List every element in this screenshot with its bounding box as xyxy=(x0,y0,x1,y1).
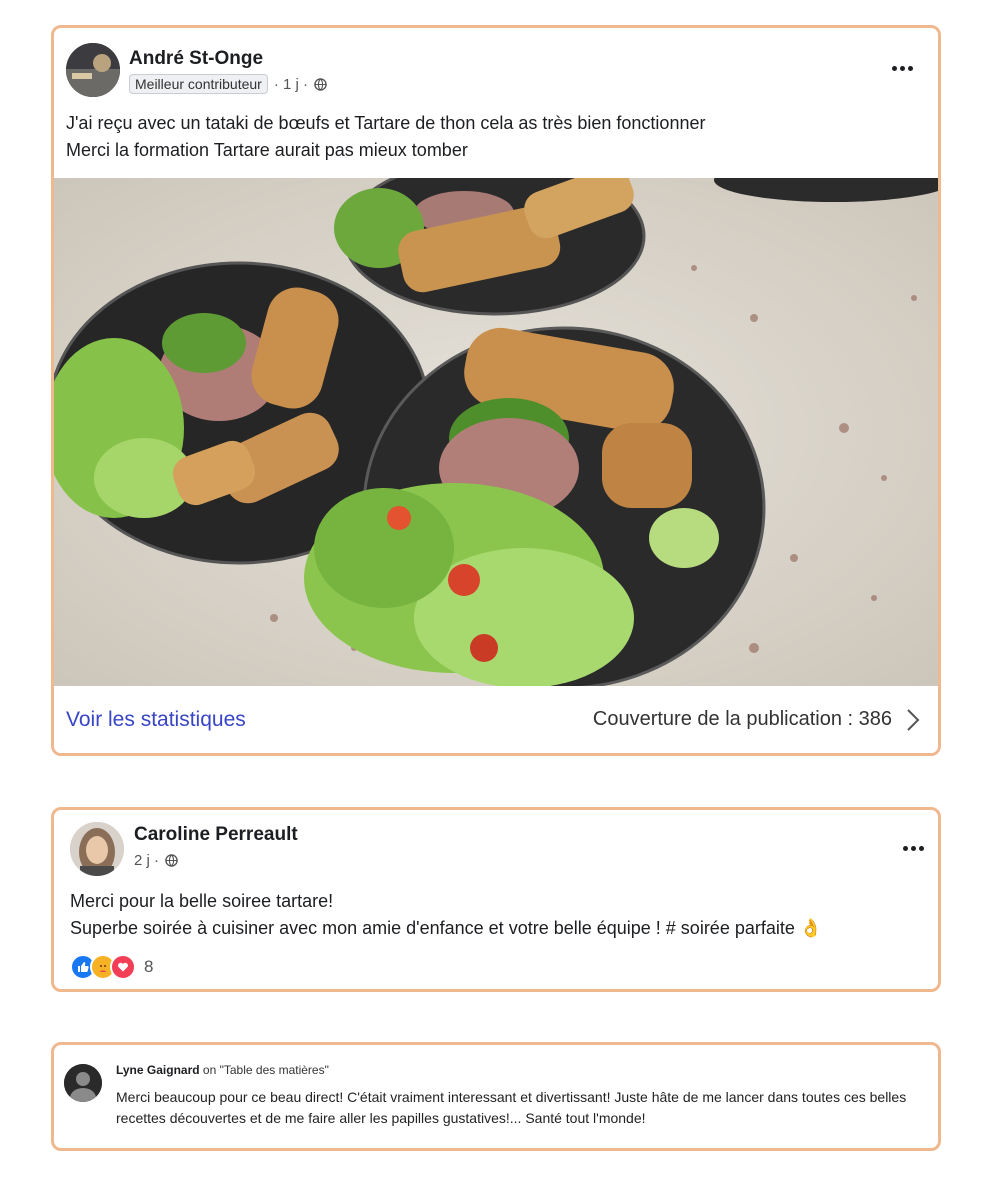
post-reach[interactable]: Couverture de la publication : 386 xyxy=(593,708,920,732)
globe-icon xyxy=(314,77,327,91)
reach-label: Couverture de la publication : 386 xyxy=(592,708,892,730)
comment-header: Lyne Gaignard on "Table des matières" xyxy=(116,1063,329,1077)
avatar[interactable] xyxy=(66,43,120,97)
love-icon xyxy=(110,954,136,980)
post-time[interactable]: 2 j · xyxy=(134,852,159,869)
more-options-icon[interactable] xyxy=(899,842,928,855)
post-meta: 2 j · xyxy=(134,852,178,869)
comment-on-label: on xyxy=(202,1063,217,1077)
avatar[interactable] xyxy=(70,822,124,876)
globe-icon xyxy=(165,854,178,867)
badge-top-contributor[interactable]: Meilleur contributeur xyxy=(129,74,268,94)
post-meta: Meilleur contributeur · 1 j · xyxy=(129,74,327,94)
chevron-right-icon xyxy=(907,708,920,731)
post-card-caroline: Caroline Perreault 2 j · Merci pour la b… xyxy=(51,807,941,992)
view-statistics-link[interactable]: Voir les statistiques xyxy=(66,708,246,732)
more-options-icon[interactable] xyxy=(888,62,917,75)
author-name[interactable]: André St-Onge xyxy=(129,48,263,70)
post-text-line: Merci pour la belle soiree tartare! xyxy=(70,891,334,911)
reaction-count: 8 xyxy=(144,957,154,976)
post-text: Merci pour la belle soiree tartare! Supe… xyxy=(70,888,822,942)
post-text: J'ai reçu avec un tataki de bœufs et Tar… xyxy=(66,110,705,164)
post-time[interactable]: · 1 j · xyxy=(274,76,308,93)
reactions-summary[interactable]: 8 xyxy=(70,954,153,980)
comment-card-lyne: Lyne Gaignard on "Table des matières" Me… xyxy=(51,1042,941,1151)
post-card-andre: André St-Onge Meilleur contributeur · 1 … xyxy=(51,25,941,756)
post-text-line: J'ai reçu avec un tataki de bœufs et Tar… xyxy=(66,113,706,133)
author-name[interactable]: Caroline Perreault xyxy=(134,824,298,846)
comment-text: Merci beaucoup pour ce beau direct! C'ét… xyxy=(116,1089,907,1126)
post-text-line: Merci la formation Tartare aurait pas mi… xyxy=(66,140,468,160)
default-avatar-icon[interactable] xyxy=(64,1064,102,1102)
comment-author[interactable]: Lyne Gaignard xyxy=(116,1063,200,1077)
post-footer: Voir les statistiques Couverture de la p… xyxy=(54,686,938,753)
post-photo[interactable] xyxy=(54,178,938,686)
comment-target[interactable]: "Table des matières" xyxy=(220,1063,329,1077)
post-text-line: Superbe soirée à cuisiner avec mon amie … xyxy=(70,918,823,938)
